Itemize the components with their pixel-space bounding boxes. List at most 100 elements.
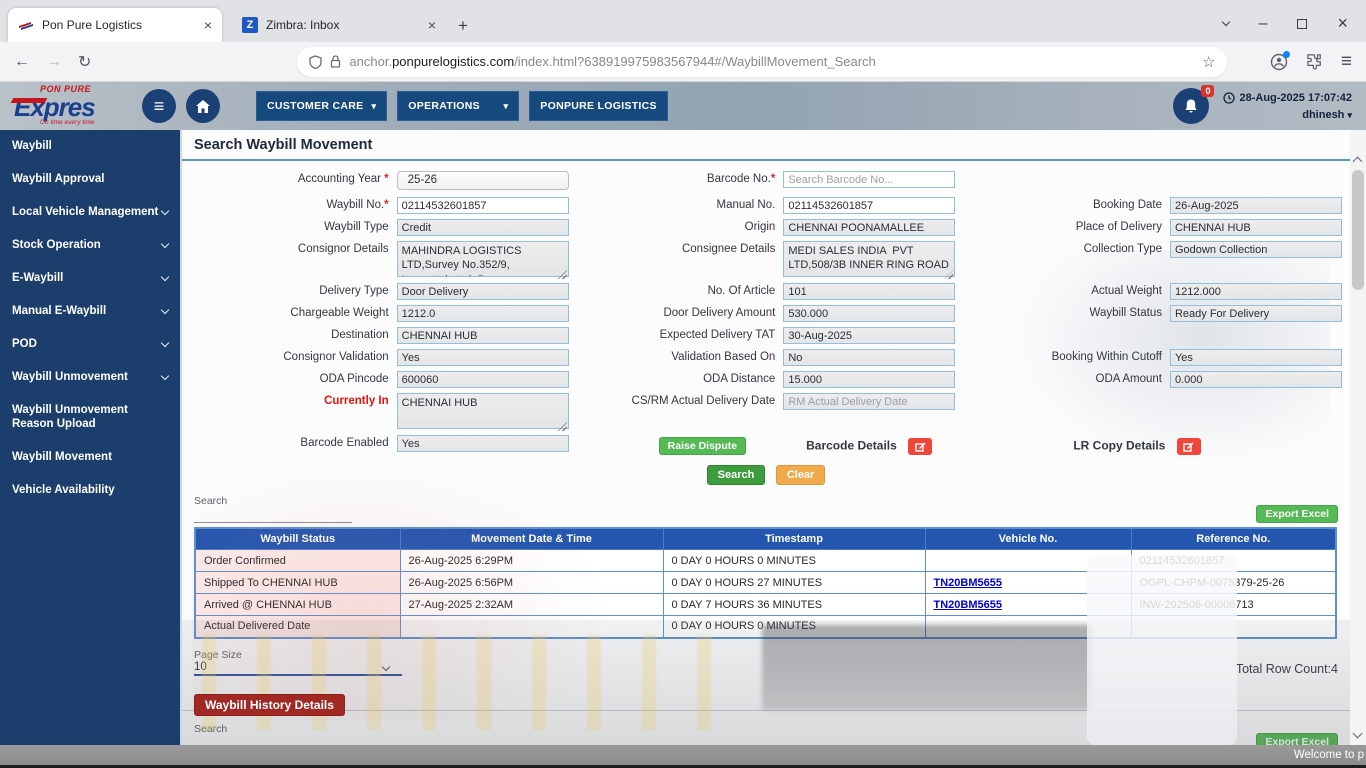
barcode-enabled-input[interactable] (396, 435, 569, 452)
collection-type-input[interactable] (1169, 241, 1342, 258)
window-close-button[interactable]: × (1337, 13, 1348, 34)
tab-close-icon[interactable]: × (428, 17, 436, 33)
cs-rm-actual-delivery-date-input[interactable] (783, 393, 956, 410)
notifications-button[interactable]: 0 (1173, 85, 1215, 124)
oda-distance-input[interactable] (783, 371, 956, 388)
tab-close-icon[interactable]: × (204, 17, 212, 33)
raise-dispute-button[interactable]: Raise Dispute (658, 437, 747, 455)
bookmark-star-icon[interactable]: ☆ (1202, 53, 1215, 71)
tab-zimbra-inbox[interactable]: Z Zimbra: Inbox × (232, 8, 446, 42)
window-minimize-button[interactable]: – (1259, 15, 1268, 33)
expected-delivery-tat-input[interactable] (783, 327, 956, 344)
currently-in-textarea[interactable]: CHENNAI HUB (396, 393, 569, 429)
sidebar-item-waybill-approval[interactable]: Waybill Approval (0, 163, 180, 196)
vertical-scrollbar[interactable] (1350, 130, 1366, 745)
table1-search-label: Search (194, 495, 228, 507)
consignor-details-textarea[interactable]: MAHINDRA LOGISTICS LTD,Survey No.352/9, … (396, 241, 569, 277)
no-of-article-label: No. Of Article (707, 285, 776, 297)
account-icon[interactable] (1270, 50, 1290, 71)
oda-amount-label: ODA Amount (1095, 373, 1162, 385)
delivery-type-input[interactable] (396, 283, 569, 300)
table1-search-input[interactable] (194, 507, 352, 523)
cell-reference-no: OGPL-CHPM-0075379-25-26 (1130, 571, 1337, 594)
destination-input[interactable] (396, 327, 569, 344)
booking-within-cutoff-input[interactable] (1169, 349, 1342, 366)
tab-pon-pure-logistics[interactable]: Pon Pure Logistics × (8, 8, 222, 42)
bell-icon (1185, 99, 1197, 112)
user-menu[interactable]: dhinesh ▾ (1302, 109, 1352, 121)
actual-weight-input[interactable] (1169, 283, 1342, 300)
table1-export-excel-button[interactable]: Export Excel (1256, 505, 1338, 523)
tab-title: Zimbra: Inbox (266, 18, 340, 32)
sidebar-item-vehicle-availability[interactable]: Vehicle Availability (0, 474, 180, 507)
scrollbar-thumb[interactable] (1352, 170, 1364, 290)
hamburger-menu-button[interactable]: ≡ (142, 89, 176, 123)
scroll-down-icon[interactable] (1352, 728, 1363, 739)
manual-no-label: Manual No. (716, 199, 776, 211)
door-delivery-amount-input[interactable] (783, 305, 956, 322)
new-tab-button[interactable]: + (458, 16, 468, 36)
sidebar-item-waybill-unmovement-reason-upload[interactable]: Waybill Unmovement Reason Upload (0, 394, 180, 442)
nav-ponpure-logistics[interactable]: PONPURE LOGISTICS (529, 91, 668, 121)
forward-button[interactable]: → (46, 53, 62, 71)
window-maximize-button[interactable] (1297, 18, 1308, 29)
waybill-status-input[interactable] (1169, 305, 1342, 322)
consignor-validation-input[interactable] (396, 349, 569, 366)
clear-button[interactable]: Clear (775, 465, 826, 485)
table2-search-input[interactable] (194, 734, 352, 745)
oda-pincode-label: ODA Pincode (319, 373, 389, 385)
cell-timestamp: 0 DAY 7 HOURS 36 MINUTES (662, 593, 926, 616)
cell-timestamp: 0 DAY 0 HOURS 0 MINUTES (662, 549, 926, 572)
table2-export-excel-button[interactable]: Export Excel (1256, 732, 1338, 745)
cs-rm-actual-delivery-date-label: CS/RM Actual Delivery Date (631, 395, 776, 407)
sidebar-item-waybill-movement[interactable]: Waybill Movement (0, 441, 180, 474)
sidebar-item-stock-operation[interactable]: Stock Operation (0, 229, 180, 262)
manual-no-input[interactable] (783, 197, 956, 214)
home-button[interactable] (186, 89, 220, 123)
browser-menu-icon[interactable]: ≡ (1341, 51, 1352, 73)
chargeable-weight-input[interactable] (396, 305, 569, 322)
validation-based-on-input[interactable] (783, 349, 956, 366)
address-bar[interactable]: anchor.ponpurelogistics.com/index.html?6… (297, 46, 1228, 77)
barcode-details-edit-button[interactable] (908, 437, 933, 455)
extensions-puzzle-icon[interactable] (1306, 53, 1323, 70)
consignor-validation-label: Consignor Validation (283, 351, 389, 363)
sidebar-item-local-vehicle-management[interactable]: Local Vehicle Management (0, 196, 180, 229)
search-button[interactable]: Search (706, 465, 766, 485)
waybill-type-input[interactable] (396, 219, 569, 236)
no-of-article-input[interactable] (783, 283, 956, 300)
cell-vehicle-no (924, 549, 1132, 572)
shield-icon (309, 54, 323, 69)
barcode-no-input[interactable] (783, 171, 956, 188)
oda-amount-input[interactable] (1169, 371, 1342, 388)
lock-icon (331, 55, 341, 68)
account-notification-dot (1282, 50, 1290, 58)
vehicle-no-link[interactable]: TN20BM5655 (934, 577, 1002, 589)
page-size-select[interactable]: 10 (194, 661, 402, 676)
consignee-details-textarea[interactable]: MEDI SALES INDIA PVT LTD,508/3B INNER RI… (783, 241, 956, 277)
nav-customer-care[interactable]: CUSTOMER CARE ▾ (256, 91, 388, 121)
caret-down-icon: ▾ (371, 100, 377, 111)
nav-operations[interactable]: OPERATIONS ▾ (397, 91, 520, 121)
lr-copy-details-edit-button[interactable] (1176, 437, 1201, 455)
sidebar-item-manual-e-waybill[interactable]: Manual E-Waybill (0, 295, 180, 328)
cell-timestamp: 0 DAY 0 HOURS 27 MINUTES (662, 571, 926, 594)
sidebar-item-waybill[interactable]: Waybill (0, 130, 180, 163)
origin-input[interactable] (783, 219, 956, 236)
sidebar-item-pod[interactable]: POD (0, 328, 180, 361)
place-of-delivery-input[interactable] (1169, 219, 1342, 236)
accounting-year-select[interactable]: 25-26 (396, 171, 569, 190)
back-button[interactable]: ← (14, 53, 30, 71)
page-size-label: Page Size (194, 648, 242, 661)
oda-pincode-input[interactable] (396, 371, 569, 388)
booking-date-input[interactable] (1169, 197, 1342, 214)
vehicle-no-link[interactable]: TN20BM5655 (934, 599, 1002, 611)
nav-label: PONPURE LOGISTICS (540, 100, 657, 112)
tab-list-chevron-icon[interactable] (1221, 17, 1230, 27)
sidebar-item-e-waybill[interactable]: E-Waybill (0, 262, 180, 295)
reload-button[interactable]: ↻ (78, 52, 91, 72)
sidebar-item-waybill-unmovement[interactable]: Waybill Unmovement (0, 361, 180, 394)
waybill-history-details-button[interactable]: Waybill History Details (194, 693, 345, 716)
waybill-no-input[interactable] (396, 197, 569, 214)
scroll-up-icon[interactable] (1352, 156, 1363, 167)
